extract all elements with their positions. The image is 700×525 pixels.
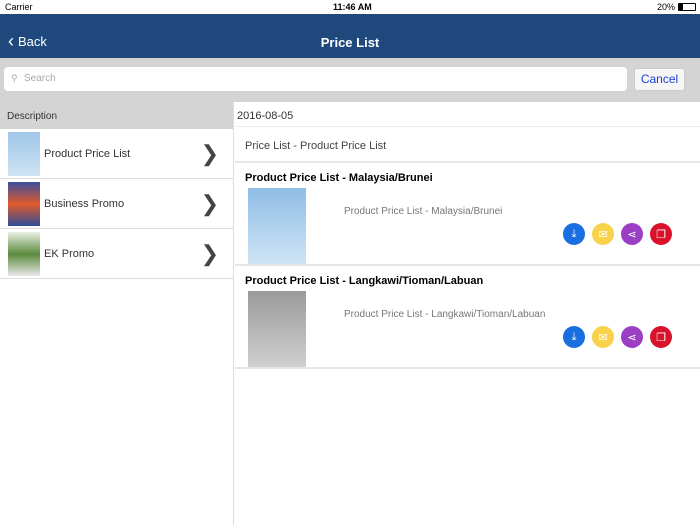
thumbnail xyxy=(8,132,40,176)
download-icon[interactable]: ⤓ xyxy=(563,223,585,245)
battery-percent: 20% xyxy=(656,2,675,12)
status-bar: Carrier 11:46 AM 20% xyxy=(0,0,700,14)
chevron-right-icon: ❯ xyxy=(200,241,219,266)
sidebar-item-ek-promo[interactable]: EK Promo ❯ xyxy=(0,229,233,279)
sidebar-item-label: Product Price List xyxy=(44,148,131,160)
thumbnail xyxy=(8,232,40,276)
search-input[interactable]: ⚲ Search xyxy=(4,67,627,91)
pdf-icon[interactable]: ❐ xyxy=(650,223,672,245)
email-icon[interactable]: ✉ xyxy=(592,223,614,245)
item-title: Product Price List - Langkawi/Tioman/Lab… xyxy=(245,275,484,287)
chevron-right-icon: ❯ xyxy=(200,141,219,166)
search-bar: ⚲ Search Cancel xyxy=(0,58,700,102)
cancel-button[interactable]: Cancel xyxy=(634,68,685,91)
thumbnail xyxy=(8,182,40,226)
share-icon[interactable]: ⋖ xyxy=(621,223,643,245)
nav-bar: ‹ Back Price List xyxy=(0,14,700,58)
page-title: Price List xyxy=(320,35,380,50)
list-item[interactable]: Product Price List - Malaysia/Brunei Pro… xyxy=(235,163,700,266)
sidebar-item-business-promo[interactable]: Business Promo ❯ xyxy=(0,179,233,229)
date: 2016-08-05 xyxy=(235,102,700,127)
item-description: Product Price List - Langkawi/Tioman/Lab… xyxy=(344,309,546,320)
section-title: Price List - Product Price List xyxy=(235,127,700,163)
detail-panel: 2016-08-05 Price List - Product Price Li… xyxy=(235,102,700,525)
download-icon[interactable]: ⤓ xyxy=(563,326,585,348)
time: 11:46 AM xyxy=(333,2,372,12)
sidebar: Description Product Price List ❯ Busines… xyxy=(0,102,234,525)
search-placeholder: Search xyxy=(24,73,56,84)
share-icon[interactable]: ⋖ xyxy=(621,326,643,348)
battery-icon xyxy=(678,3,696,11)
email-icon[interactable]: ✉ xyxy=(592,326,614,348)
sidebar-item-label: EK Promo xyxy=(44,248,95,260)
chevron-right-icon: ❯ xyxy=(200,191,219,216)
search-icon: ⚲ xyxy=(11,73,18,83)
cover-image xyxy=(248,291,306,367)
sidebar-item-label: Business Promo xyxy=(44,198,125,210)
list-item[interactable]: Product Price List - Langkawi/Tioman/Lab… xyxy=(235,266,700,369)
item-description: Product Price List - Malaysia/Brunei xyxy=(344,206,503,217)
pdf-icon[interactable]: ❐ xyxy=(650,326,672,348)
cover-image xyxy=(248,188,306,264)
sidebar-header: Description xyxy=(0,102,233,129)
sidebar-item-product-price-list[interactable]: Product Price List ❯ xyxy=(0,129,233,179)
carrier: Carrier xyxy=(5,2,33,12)
item-title: Product Price List - Malaysia/Brunei xyxy=(245,172,433,184)
